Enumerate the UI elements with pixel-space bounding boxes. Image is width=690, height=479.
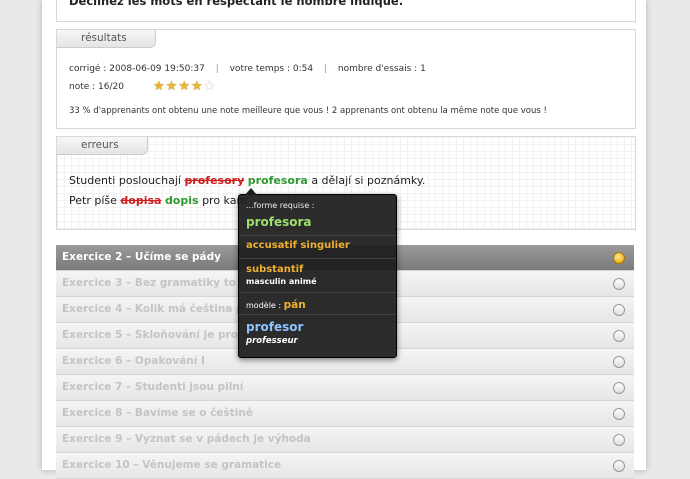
- separator: |: [215, 64, 219, 74]
- status-dot-icon: [613, 330, 625, 342]
- tooltip-divider: [239, 258, 396, 259]
- exercise-label: Exercice 5 – Skloňování je pro n: [62, 329, 250, 341]
- star-filled-icon: ★: [190, 79, 204, 94]
- wrong-answer: dopisa: [120, 194, 162, 207]
- tries-label: nombre d'essais :: [337, 64, 418, 74]
- sentence-text: a dělají si poznámky.: [311, 174, 426, 187]
- exercise-label: Exercice 7 – Studenti jsou pilní: [62, 381, 244, 393]
- errors-tab: erreurs: [57, 137, 148, 155]
- sentence-2: Petr píše dopisa dopis pro kam: [69, 194, 247, 207]
- exercise-label: Exercice 8 – Bavíme se o češtině: [62, 407, 253, 419]
- status-dot-icon: [613, 382, 625, 394]
- model-label: modèle :: [246, 301, 282, 310]
- instruction-text: Déclinez les mots en respectant le nombr…: [69, 0, 404, 8]
- lemma: profesor: [246, 320, 304, 334]
- note: note : 16/20: [69, 82, 124, 92]
- exercise-row[interactable]: Exercice 8 – Bavíme se o češtině: [56, 401, 634, 427]
- status-dot-icon: [613, 356, 625, 368]
- star-filled-icon: ★: [153, 79, 166, 94]
- separator: |: [323, 64, 328, 74]
- required-form: profesora: [246, 215, 312, 229]
- tooltip-divider: [239, 235, 396, 236]
- sentence-text: Studenti poslouchají: [69, 174, 181, 187]
- exercise-label: Exercice 10 – Věnujeme se gramatice: [62, 459, 282, 471]
- status-dot-icon: [613, 460, 625, 472]
- exercise-row[interactable]: Exercice 7 – Studenti jsou pilní: [56, 375, 634, 401]
- corrected-label: corrigé :: [69, 64, 107, 74]
- correct-answer[interactable]: profesora: [248, 174, 308, 187]
- translation: professeur: [246, 336, 298, 346]
- model: modèle : pán: [246, 299, 306, 311]
- wrong-answer: profesory: [184, 174, 245, 187]
- gender: masculin animé: [246, 277, 317, 286]
- time-label: votre temps :: [229, 64, 290, 74]
- exercise-label: Exercice 6 – Opakování I: [62, 355, 205, 367]
- corrected-value: 2008-06-09 19:50:37: [109, 64, 205, 74]
- tries-value: 1: [420, 64, 426, 74]
- grammatical-case: accusatif singulier: [246, 240, 350, 251]
- tooltip-divider: [239, 292, 396, 293]
- part-of-speech: substantif: [246, 264, 304, 275]
- star-empty-icon: ★: [203, 79, 217, 94]
- status-dot-icon: [613, 304, 625, 316]
- correct-answer[interactable]: dopis: [165, 194, 199, 207]
- time-value: 0:54: [292, 64, 314, 74]
- tooltip-arrow: [245, 188, 257, 195]
- instruction-panel: Déclinez les mots en respectant le nombr…: [56, 0, 636, 22]
- grammar-tooltip: ...forme requise : profesora accusatif s…: [238, 188, 397, 358]
- sentence-text: Petr píše: [69, 194, 117, 207]
- exercise-row[interactable]: Exercice 9 – Vyznat se v pádech je výhod…: [56, 427, 634, 453]
- note-label: note :: [69, 82, 96, 92]
- model-word: pán: [283, 299, 306, 311]
- tooltip-divider: [239, 314, 396, 315]
- required-form-label: ...forme requise :: [246, 201, 315, 210]
- exercise-label: Exercice 4 – Kolik má čeština p: [62, 303, 244, 315]
- star-filled-icon: ★: [165, 79, 179, 94]
- exercise-label: Exercice 2 – Učíme se pády: [62, 251, 221, 263]
- star-rating: ★★★★★: [153, 79, 216, 94]
- exercise-row[interactable]: Exercice 10 – Věnujeme se gramatice: [56, 453, 634, 479]
- sentence-1: Studenti poslouchají profesory profesora…: [69, 174, 425, 187]
- exercise-label: Exercice 3 – Bez gramatiky to n: [62, 277, 248, 289]
- results-summary: corrigé : 2008-06-09 19:50:37 | votre te…: [69, 64, 426, 74]
- results-tab: résultats: [57, 30, 156, 48]
- exercise-label: Exercice 9 – Vyznat se v pádech je výhod…: [62, 433, 311, 445]
- star-filled-icon: ★: [178, 79, 191, 94]
- note-value: 16/20: [98, 82, 124, 92]
- status-dot-active-icon: [613, 252, 625, 264]
- status-dot-icon: [613, 434, 625, 446]
- status-dot-icon: [613, 408, 625, 420]
- results-panel: résultats corrigé : 2008-06-09 19:50:37 …: [56, 29, 636, 129]
- comparison-text: 33 % d'apprenants ont obtenu une note me…: [69, 106, 547, 116]
- status-dot-icon: [613, 278, 625, 290]
